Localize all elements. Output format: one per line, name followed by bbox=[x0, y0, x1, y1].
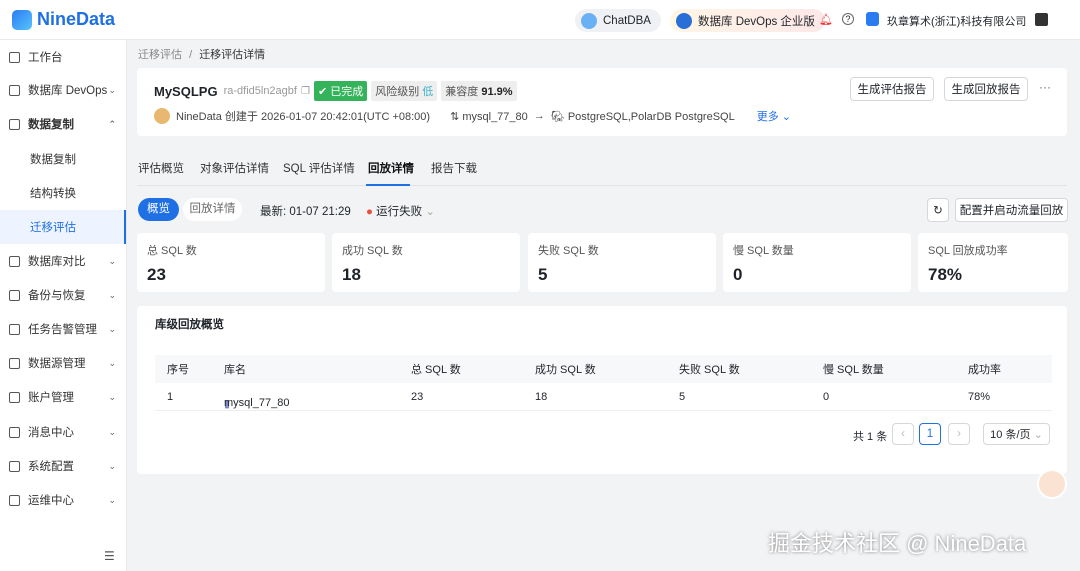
next-page-button[interactable]: › bbox=[948, 423, 970, 445]
chevron-down-icon: ⌄ bbox=[108, 494, 116, 505]
logo[interactable]: NineData bbox=[12, 9, 115, 30]
ai-icon bbox=[581, 12, 597, 29]
tab-object-assessment[interactable]: 对象评估详情 bbox=[200, 160, 269, 176]
replay-detail-toggle[interactable]: 回放详情 bbox=[183, 198, 242, 221]
more-actions-button[interactable]: ··· bbox=[1039, 80, 1051, 94]
sidebar-item-compare[interactable]: 数据库对比 ⌄ bbox=[0, 244, 126, 278]
sidebar-item-devops[interactable]: 数据库 DevOps ⌄ bbox=[0, 73, 126, 107]
sidebar-item-workbench[interactable]: 工作台 bbox=[0, 40, 126, 74]
tab-replay-detail[interactable]: 回放详情 bbox=[368, 160, 414, 176]
chevron-down-icon: ⌄ bbox=[108, 255, 116, 266]
sidebar-item-settings[interactable]: 系统配置 ⌄ bbox=[0, 449, 126, 483]
top-bar: NineData ChatDBA 数据库 DevOps 企业版 🔔︎ ? 玖章算… bbox=[0, 0, 1080, 40]
section-title: 库级回放概览 bbox=[155, 319, 224, 331]
stat-slow-sql: 慢 SQL 数量 0 bbox=[723, 233, 911, 292]
task-name: MySQLPG bbox=[154, 83, 218, 99]
source-db: ⇅ mysql_77_80 bbox=[450, 110, 528, 123]
stat-failed-sql: 失败 SQL 数5 bbox=[528, 233, 716, 292]
chevron-down-icon: ⌄ bbox=[108, 391, 116, 402]
breadcrumb-link[interactable]: 迁移评估 bbox=[138, 49, 182, 61]
sidebar-item-backup[interactable]: 备份与恢复 ⌄ bbox=[0, 278, 126, 312]
page-1-button[interactable]: 1 bbox=[919, 423, 941, 445]
chevron-down-icon: ⌄ bbox=[108, 84, 116, 95]
cloud-icon bbox=[9, 289, 20, 301]
tab-overview[interactable]: 评估概览 bbox=[138, 160, 184, 176]
risk-badge: 风险级别 低 bbox=[371, 81, 438, 101]
tab-sql-assessment[interactable]: SQL 评估详情 bbox=[283, 160, 355, 176]
breadcrumb: 迁移评估 / 迁移评估详情 bbox=[138, 49, 266, 61]
chevron-up-icon: ⌃ bbox=[108, 118, 116, 129]
tab-report-download[interactable]: 报告下载 bbox=[431, 160, 477, 176]
table-header: 序号 库名总 SQL 数成功 SQL 数失败 SQL 数慢 SQL 数量 成功率 bbox=[155, 355, 1052, 383]
collapse-sidebar-icon[interactable]: ☰ bbox=[104, 549, 115, 563]
sidebar-item-data-replication[interactable]: 数据复制 bbox=[0, 142, 126, 176]
company-switcher[interactable]: 玖章算术(浙江)科技有限公司 bbox=[887, 13, 1026, 29]
sidebar-item-datasource[interactable]: 数据源管理 ⌄ bbox=[0, 346, 126, 380]
support-avatar-button[interactable] bbox=[1037, 469, 1067, 499]
prev-page-button[interactable]: ‹ bbox=[892, 423, 914, 445]
total-count: 共 1 条 bbox=[853, 431, 888, 443]
sidebar-item-accounts[interactable]: 账户管理 ⌄ bbox=[0, 380, 126, 414]
overview-toggle[interactable]: 概览 bbox=[138, 198, 179, 221]
alarm-icon bbox=[9, 323, 20, 335]
generate-replay-report-button[interactable]: 生成回放报告 bbox=[944, 77, 1028, 101]
help-icon[interactable]: ? bbox=[842, 13, 854, 25]
devops-edition-button[interactable]: 数据库 DevOps 企业版 bbox=[670, 9, 825, 32]
generate-assessment-report-button[interactable]: 生成评估报告 bbox=[850, 77, 934, 101]
chevron-down-icon: ⌄ bbox=[108, 426, 116, 437]
avatar bbox=[154, 108, 170, 124]
chevron-down-icon: ⌄ bbox=[108, 460, 116, 471]
replication-icon bbox=[9, 118, 20, 130]
sidebar-item-ops[interactable]: 运维中心 ⌄ bbox=[0, 483, 126, 517]
stat-success-rate: SQL 回放成功率 78% bbox=[918, 233, 1068, 292]
creator-info: NineData 创建于 2026-01-07 20:42:01(UTC +08… bbox=[176, 111, 431, 123]
task-header-card: MySQLPG ra-dfid5ln2agbf ❐ ✔ 已完成 风险级别 低 兼… bbox=[137, 68, 1067, 136]
chevron-down-icon: ⌄ bbox=[108, 289, 116, 300]
sidebar-item-schema-conversion[interactable]: 结构转换 bbox=[0, 176, 126, 210]
latest-run-time: 最新: 01-07 21:29 bbox=[260, 206, 351, 218]
config-start-replay-button[interactable]: 配置并启动流量回放 bbox=[955, 198, 1068, 222]
sidebar-item-replication[interactable]: 数据复制 ⌃ bbox=[0, 107, 126, 141]
account-icon bbox=[9, 391, 20, 403]
logo-icon bbox=[12, 9, 32, 30]
compat-badge: 兼容度 91.9% bbox=[441, 81, 517, 101]
task-id: ra-dfid5ln2agbf bbox=[223, 85, 297, 97]
home-icon bbox=[9, 51, 20, 63]
language-icon[interactable] bbox=[1035, 13, 1048, 26]
wrench-icon bbox=[9, 494, 20, 506]
sidebar: 工作台 数据库 DevOps ⌄ 数据复制 ⌃ 数据复制 结构转换 迁移评估 数据库… bbox=[0, 40, 127, 571]
bell-icon[interactable]: 🔔︎ bbox=[819, 13, 833, 26]
globe-icon bbox=[676, 12, 692, 29]
run-status-dropdown[interactable]: ● 运行失败 ⌄ bbox=[366, 203, 435, 219]
database-icon bbox=[9, 357, 20, 369]
sidebar-item-migration-assessment[interactable]: 迁移评估 bbox=[0, 210, 126, 244]
stat-total-sql: 总 SQL 数 23 bbox=[137, 233, 325, 292]
compare-icon bbox=[9, 255, 20, 267]
company-icon bbox=[866, 12, 879, 26]
tab-divider bbox=[137, 185, 1067, 186]
target-db: 🐘︎ PostgreSQL,PolarDB PostgreSQL bbox=[550, 110, 735, 123]
more-link[interactable]: 更多 ⌄ bbox=[757, 108, 791, 124]
copy-icon[interactable]: ❐ bbox=[301, 86, 310, 97]
page-size-select[interactable]: 10 条/页 ⌄ bbox=[983, 423, 1050, 445]
chevron-down-icon: ⌄ bbox=[108, 323, 116, 334]
sidebar-item-alerts[interactable]: 任务告警管理 ⌄ bbox=[0, 312, 126, 346]
tab-indicator bbox=[366, 184, 410, 186]
watermark: 掘金技术社区 @ NineData bbox=[768, 531, 1027, 556]
chevron-down-icon: ⌄ bbox=[108, 357, 116, 368]
arrow-icon: → bbox=[533, 110, 545, 122]
refresh-icon: ↻ bbox=[933, 205, 943, 217]
sidebar-item-messages[interactable]: 消息中心 ⌄ bbox=[0, 415, 126, 449]
mail-icon bbox=[9, 426, 20, 438]
table-row: 1 ▮ mysql_77_80 23 18 5 0 78% bbox=[155, 383, 1052, 411]
monitor-icon bbox=[9, 84, 20, 96]
chatdba-button[interactable]: ChatDBA bbox=[575, 9, 661, 32]
grid-icon bbox=[9, 460, 20, 472]
refresh-button[interactable]: ↻ bbox=[927, 198, 949, 222]
stat-success-sql: 成功 SQL 数 18 bbox=[332, 233, 520, 292]
status-badge: ✔ 已完成 bbox=[313, 81, 368, 101]
